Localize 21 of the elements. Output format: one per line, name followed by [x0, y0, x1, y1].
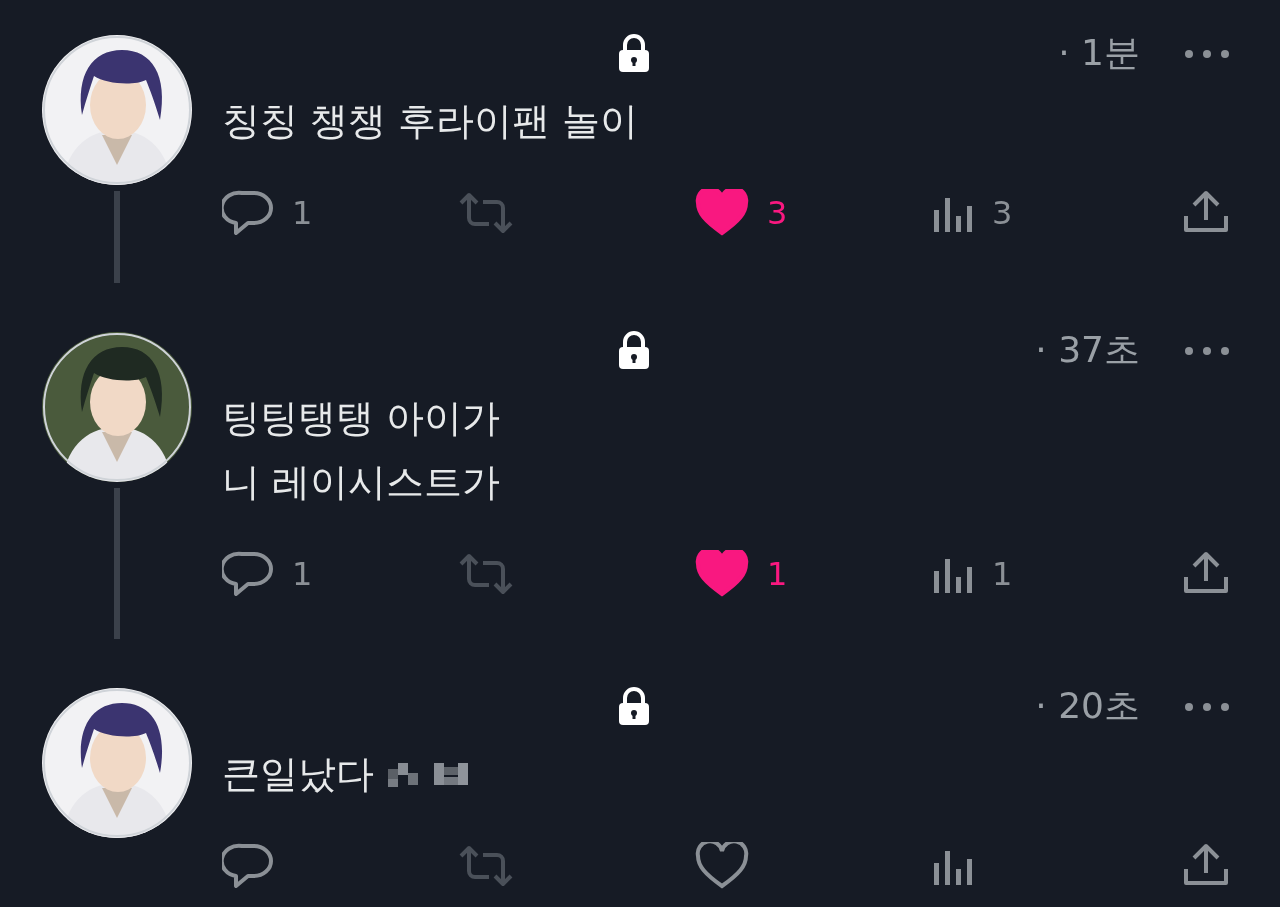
reply-icon[interactable]	[222, 842, 274, 890]
post-text: 큰일났다	[222, 751, 374, 798]
more-icon[interactable]	[1184, 701, 1230, 712]
post-time[interactable]: · 37초	[1035, 332, 1140, 368]
view-count: 3	[992, 193, 1013, 234]
more-icon[interactable]	[1184, 48, 1230, 59]
reply-count: 1	[292, 554, 313, 595]
reply-count: 1	[292, 193, 313, 234]
post-time[interactable]: · 1분	[1058, 35, 1140, 71]
more-icon[interactable]	[1184, 345, 1230, 356]
post-text: 칭칭 챙챙 후라이팬 놀이	[222, 98, 639, 145]
like-count: 3	[767, 193, 788, 234]
reply-icon[interactable]	[222, 189, 274, 237]
heart-icon[interactable]	[695, 550, 749, 598]
reply-icon[interactable]	[222, 550, 274, 598]
like-count: 1	[767, 554, 788, 595]
post-text: 팅팅탱탱 아이가 니 레이시스트가	[222, 395, 501, 506]
view-count: 1	[992, 554, 1013, 595]
post-time[interactable]: · 20초	[1035, 688, 1140, 724]
heart-icon[interactable]	[695, 189, 749, 237]
heart-icon[interactable]	[695, 842, 749, 890]
